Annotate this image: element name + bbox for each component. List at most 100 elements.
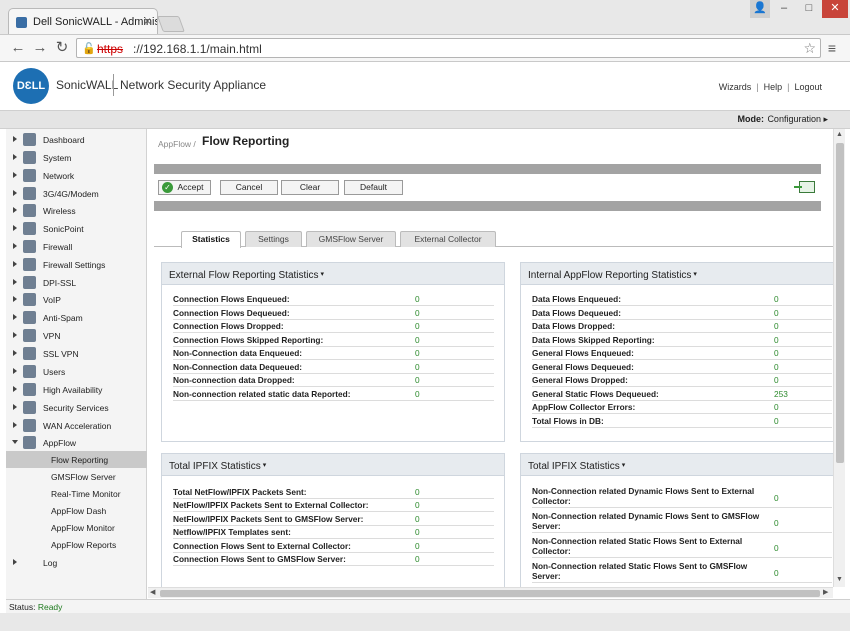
accept-button[interactable]: ✓ Accept [158,180,211,195]
sidebar-subitem-appflow-monitor[interactable]: AppFlow Monitor [6,519,147,536]
expand-arrow-icon[interactable] [13,136,17,142]
browser-tab[interactable]: Dell SonicWALL - Adminis × [8,8,158,34]
sidebar-item-modem[interactable]: 3G/4G/Modem [6,185,147,203]
expand-arrow-icon[interactable] [13,154,17,160]
expand-arrow-icon[interactable] [13,243,17,249]
sidebar-subitem-appflow-reports[interactable]: AppFlow Reports [6,536,147,553]
close-tab-icon[interactable]: × [144,14,151,28]
cancel-button[interactable]: Cancel [220,180,278,195]
expand-arrow-icon[interactable] [13,314,17,320]
expand-arrow-icon[interactable] [13,386,17,392]
sidebar-subitem-appflow-dash[interactable]: AppFlow Dash [6,502,147,519]
export-icon[interactable] [794,181,815,193]
stat-row: NetFlow/IPFIX Packets Sent to GMSFlow Se… [173,512,494,526]
expand-arrow-icon[interactable] [13,261,17,267]
sidebar-item-firewall[interactable]: Firewall [6,238,147,256]
collapse-arrow-icon[interactable] [12,440,18,444]
sidebar-item-log[interactable]: Log [6,554,147,572]
wizards-link[interactable]: Wizards [719,82,752,92]
toolbar-bottom-bar [154,201,821,211]
sidebar-subitem-gmsflow-server[interactable]: GMSFlow Server [6,468,147,485]
expand-arrow-icon[interactable] [13,296,17,302]
expand-arrow-icon[interactable] [13,207,17,213]
expand-arrow-icon[interactable] [13,190,17,196]
address-bar[interactable]: 🔓 https ://192.168.1.1/main.html ☆ [76,38,821,58]
close-window-icon[interactable]: ✕ [822,0,848,18]
horizontal-scroll-thumb[interactable] [160,590,820,597]
sidebar-item-dashboard[interactable]: Dashboard [6,131,147,149]
expand-arrow-icon[interactable] [13,404,17,410]
clear-button[interactable]: Clear [281,180,339,195]
sidebar-item-appflow[interactable]: AppFlow [6,434,147,452]
sidebar-item-label: SonicPoint [43,224,84,234]
back-icon[interactable]: ← [9,39,27,57]
stat-value: 0 [415,389,420,399]
sidebar-item-high-availability[interactable]: High Availability [6,381,147,399]
sidebar-item-label: DPI-SSL [43,278,77,288]
default-button[interactable]: Default [344,180,403,195]
new-tab-button[interactable] [157,16,185,32]
scroll-left-icon[interactable]: ◀ [150,588,155,596]
bookmark-star-icon[interactable]: ☆ [803,40,816,57]
tab-statistics[interactable]: Statistics [181,231,241,248]
browser-menu-icon[interactable]: ≡ [824,40,840,56]
dpi-ssl-icon [23,276,36,289]
sidebar-subitem-real-time-monitor[interactable]: Real-Time Monitor [6,485,147,502]
expand-arrow-icon[interactable] [13,332,17,338]
tab-external-collector[interactable]: External Collector [400,231,496,247]
stat-label: General Flows Dequeued: [532,362,634,372]
panel-header: Total IPFIX Statistics ▾ [521,454,833,476]
reload-icon[interactable]: ↻ [53,39,71,57]
sidebar-item-network[interactable]: Network [6,167,147,185]
sidebar-item-ssl-vpn[interactable]: SSL VPN [6,345,147,363]
sidebar-item-firewall-settings[interactable]: Firewall Settings [6,256,147,274]
logout-link[interactable]: Logout [794,82,822,92]
user-icon[interactable]: 👤 [750,0,770,18]
sidebar-item-system[interactable]: System [6,149,147,167]
sort-icon[interactable]: ▾ [321,271,325,278]
expand-arrow-icon[interactable] [13,559,17,565]
vertical-scroll-thumb[interactable] [836,143,844,463]
tab-settings[interactable]: Settings [245,231,302,247]
tab-gmsflow-server[interactable]: GMSFlow Server [306,231,396,247]
ssl-vpn-icon [23,347,36,360]
sort-icon[interactable]: ▾ [263,462,267,469]
expand-arrow-icon[interactable] [13,422,17,428]
sidebar-item-users[interactable]: Users [6,363,147,381]
scroll-up-icon[interactable]: ▲ [836,131,843,138]
vertical-scrollbar[interactable]: ▲ ▼ [833,129,845,587]
stat-value: 0 [774,362,779,372]
minimize-icon[interactable]: – [772,0,796,18]
sort-icon[interactable]: ▾ [693,271,697,278]
sort-icon[interactable]: ▾ [622,462,626,469]
expand-arrow-icon[interactable] [13,368,17,374]
sidebar-item-security-services[interactable]: Security Services [6,399,147,417]
scroll-down-icon[interactable]: ▼ [836,576,843,583]
stat-value: 0 [415,527,420,537]
sidebar-item-label: Log [43,558,58,568]
expand-arrow-icon[interactable] [13,172,17,178]
sidebar-item-anti-spam[interactable]: Anti-Spam [6,309,147,327]
sidebar-subitem-flow-reporting[interactable]: Flow Reporting [6,451,147,468]
breadcrumb[interactable]: AppFlow / [158,139,196,149]
sidebar-item-vpn[interactable]: VPN [6,327,147,345]
maximize-icon[interactable]: □ [797,0,821,18]
sonicpoint-icon [23,222,36,235]
scroll-right-icon[interactable]: ▶ [823,588,828,596]
horizontal-scrollbar[interactable]: ◀ ▶ [148,587,833,598]
forward-icon[interactable]: → [31,39,49,57]
sidebar-item-dpi-ssl[interactable]: DPI-SSL [6,274,147,292]
sidebar-item-voip[interactable]: VoIP [6,291,147,309]
help-link[interactable]: Help [764,82,783,92]
sidebar-item-wan-acceleration[interactable]: WAN Acceleration [6,417,147,435]
expand-arrow-icon[interactable] [13,279,17,285]
mode-selector[interactable]: Configuration ▸ [767,114,828,125]
sidebar-item-sonicpoint[interactable]: SonicPoint [6,220,147,238]
expand-arrow-icon[interactable] [13,225,17,231]
sidebar-item-label: SSL VPN [43,349,79,359]
sidebar: Dashboard System Network 3G/4G/Modem Wir… [6,129,147,599]
expand-arrow-icon[interactable] [13,350,17,356]
sidebar-item-wireless[interactable]: Wireless [6,202,147,220]
panel-header: Total IPFIX Statistics ▾ [162,454,504,476]
stat-label: Non-Connection related Static Flows Sent… [532,561,748,581]
